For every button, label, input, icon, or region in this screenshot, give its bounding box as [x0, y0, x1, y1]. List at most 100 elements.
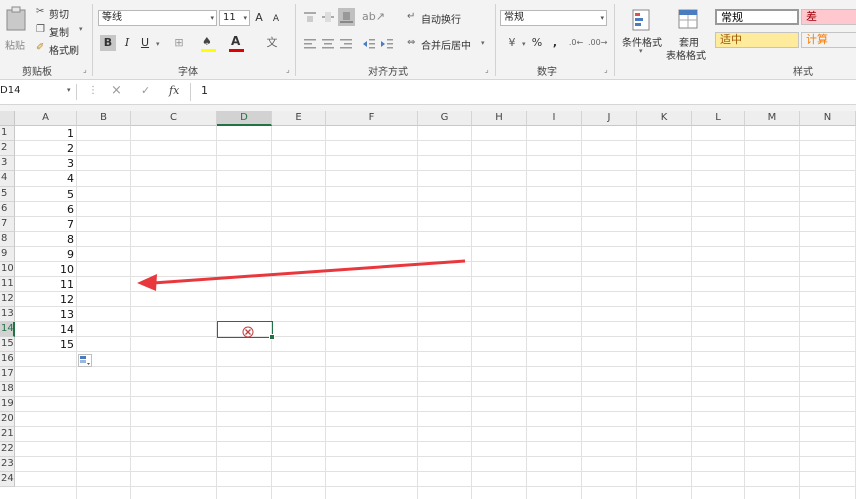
wrap-text-button[interactable]: ↵ 自动换行 [407, 10, 477, 26]
font-size-value: 11 [223, 12, 236, 23]
paste-label: 粘贴 [5, 41, 25, 52]
formula-input[interactable]: 1 [201, 84, 208, 97]
divider [92, 4, 93, 76]
italic-button[interactable]: I [120, 35, 134, 51]
clipboard-group-label: 剪贴板 [22, 67, 52, 78]
underline-button[interactable]: U [138, 35, 152, 51]
number-group-label: 数字 [537, 67, 557, 78]
italic-icon: I [124, 36, 130, 49]
style-cell-neutral[interactable]: 适中 [715, 32, 799, 48]
increase-indent-button[interactable] [380, 37, 394, 51]
name-box-value: D14 [0, 85, 21, 96]
font-name-value: 等线 [102, 12, 122, 23]
underline-icon: U [140, 36, 150, 49]
dialog-launcher-icon[interactable]: ⌟ [83, 65, 87, 74]
merge-center-button[interactable]: ⇔ 合并后居中 ▾ [407, 36, 489, 52]
decrease-font-size-button[interactable]: A [270, 11, 282, 27]
cancel-button[interactable]: × [111, 83, 122, 98]
top-align-button[interactable] [303, 10, 317, 24]
percent-style-button[interactable]: % [530, 35, 544, 51]
merge-center-label: 合并后居中 [421, 41, 471, 52]
align-left-button[interactable] [303, 37, 317, 51]
format-as-table-icon [678, 9, 698, 29]
bottom-align-button[interactable] [338, 8, 355, 26]
phonetic-button[interactable]: 文 [262, 35, 282, 51]
border-button[interactable]: ⊞ [168, 35, 190, 51]
chevron-down-icon: ▾ [67, 86, 71, 94]
font-group-label: 字体 [178, 67, 198, 78]
chevron-down-icon: ▾ [481, 39, 485, 47]
bottom-align-icon [340, 12, 353, 23]
currency-format-button[interactable]: ¥ [502, 35, 522, 51]
comma-icon: , [552, 36, 558, 49]
decrease-indent-button[interactable] [362, 37, 376, 51]
align-center-button[interactable] [321, 37, 335, 51]
copy-label: 复制 [49, 28, 69, 39]
alignment-group-label: 对齐方式 [368, 67, 408, 78]
increase-decimal-button[interactable]: .0← [568, 35, 584, 51]
format-as-table-label-line2: 表格格式 [666, 51, 706, 62]
font-name-combo[interactable]: 等线 ▾ [98, 10, 217, 26]
divider [190, 83, 191, 101]
dialog-launcher-icon[interactable]: ⌟ [286, 65, 290, 74]
align-right-icon [340, 39, 352, 49]
clipboard-icon [6, 6, 26, 31]
chevron-down-icon: ▾ [600, 14, 604, 22]
divider [495, 4, 496, 76]
top-align-icon [304, 12, 316, 22]
styles-group-label: 样式 [793, 67, 813, 78]
dialog-launcher-icon[interactable]: ⌟ [485, 65, 489, 74]
increase-font-icon: A [255, 11, 263, 24]
style-calculation-label: 计算 [806, 33, 828, 46]
chevron-down-icon: ▾ [210, 14, 214, 22]
conditional-formatting-icon [632, 9, 650, 31]
style-bad-label: 差 [806, 10, 817, 23]
conditional-formatting-button[interactable]: 条件格式 ▾ [620, 6, 664, 58]
cut-label: 剪切 [49, 10, 69, 21]
increase-indent-icon [381, 39, 393, 49]
paste-button[interactable]: 粘贴 [2, 4, 30, 52]
decrease-indent-icon [363, 39, 375, 49]
scissors-icon: ✂ [36, 6, 45, 17]
style-cell-bad[interactable]: 差 [801, 9, 856, 25]
arrow-head [137, 274, 157, 291]
enter-button[interactable]: ✓ [141, 84, 150, 97]
font-color-button[interactable]: A [228, 34, 254, 53]
orientation-button[interactable]: ab↗ [362, 9, 385, 25]
spreadsheet-grid[interactable]: ABCDEFGHIJKLMN 1 2 3 4 5 6 7 8 9 10 11 12 13 14 15 16 17… [0, 111, 856, 499]
percent-icon: % [531, 36, 543, 49]
copy-icon: ❐ [36, 24, 45, 35]
chevron-down-icon: ▾ [639, 47, 643, 55]
fill-color-button[interactable]: ♠ [200, 35, 226, 53]
align-right-button[interactable] [339, 37, 353, 51]
copy-button[interactable]: ❐ 复制 ▾ [36, 24, 86, 39]
align-center-icon [322, 39, 334, 49]
increase-font-size-button[interactable]: A [253, 10, 265, 26]
chevron-down-icon: ▾ [243, 14, 247, 22]
dialog-launcher-icon[interactable]: ⌟ [604, 65, 608, 74]
decrease-decimal-button[interactable]: .00→ [588, 35, 607, 51]
paintbrush-icon: ✐ [36, 42, 45, 53]
wrap-text-icon: ↵ [407, 11, 416, 22]
font-color-swatch [229, 49, 244, 52]
style-cell-calculation[interactable]: 计算 [801, 32, 856, 48]
font-color-icon: A [231, 34, 241, 48]
style-cell-normal[interactable]: 常规 [715, 9, 799, 25]
divider [614, 4, 615, 76]
currency-icon: ¥ [508, 36, 516, 49]
merge-icon: ⇔ [407, 37, 416, 48]
number-format-combo[interactable]: 常规 ▾ [500, 10, 607, 26]
font-size-combo[interactable]: 11 ▾ [219, 10, 250, 26]
style-normal-label: 常规 [721, 11, 743, 24]
middle-align-button[interactable] [321, 10, 335, 24]
comma-style-button[interactable]: , [548, 35, 562, 51]
wrap-text-label: 自动换行 [421, 15, 461, 26]
format-as-table-button[interactable]: 套用 表格格式 [664, 6, 712, 62]
bold-button[interactable]: B [100, 35, 116, 51]
middle-align-icon [322, 12, 334, 22]
red-arrow-annotation [137, 259, 466, 291]
chevron-down-icon: ▾ [79, 25, 83, 33]
name-box[interactable]: D14 ▾ [0, 84, 77, 100]
align-left-icon [304, 39, 316, 49]
insert-function-button[interactable]: fx [169, 84, 179, 97]
